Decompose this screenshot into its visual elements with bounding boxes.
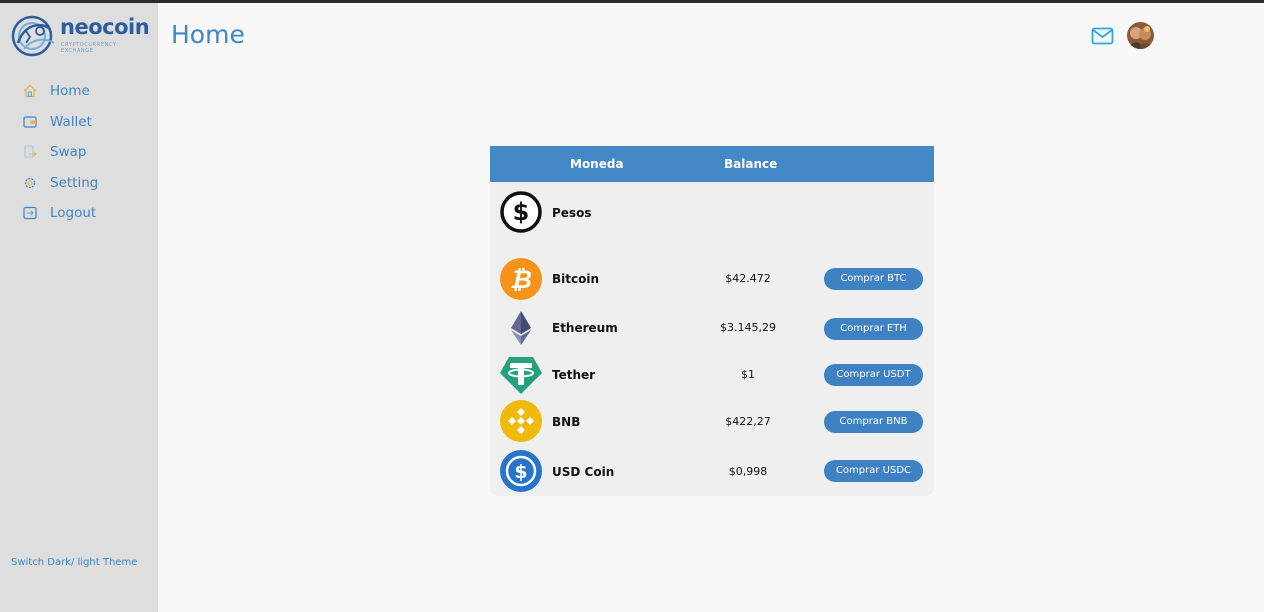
mail-icon[interactable] bbox=[1091, 27, 1114, 45]
avatar-photo-icon bbox=[1127, 22, 1154, 49]
buy-usdc-button[interactable]: Comprar USDC bbox=[824, 460, 923, 482]
sidebar: neocoin CRYPTOCURRENCY EXCHANGE Home Wal… bbox=[0, 3, 158, 612]
column-header-balance: Balance bbox=[724, 157, 778, 171]
coin-name: Ethereum bbox=[552, 321, 618, 335]
page-title: Home bbox=[171, 20, 245, 49]
coin-name: Pesos bbox=[552, 206, 592, 220]
coin-price: $422,27 bbox=[725, 415, 771, 428]
buy-bnb-button[interactable]: Comprar BNB bbox=[824, 411, 923, 433]
tether-icon bbox=[500, 357, 542, 394]
ethereum-icon bbox=[511, 311, 531, 345]
coin-name: BNB bbox=[552, 415, 581, 429]
swap-icon bbox=[24, 145, 37, 158]
sidebar-item-setting[interactable]: Setting bbox=[0, 168, 158, 199]
sidebar-item-label: Logout bbox=[50, 205, 97, 222]
neocoin-logo-icon bbox=[11, 15, 55, 57]
theme-switch-link[interactable]: Switch Dark/ light Theme bbox=[11, 557, 137, 568]
table-row: $ USD Coin $0,998 Comprar USDC bbox=[490, 449, 934, 495]
table-row: BNB $422,27 Comprar BNB bbox=[490, 399, 934, 445]
buy-eth-button[interactable]: Comprar ETH bbox=[824, 318, 923, 340]
sidebar-item-label: Wallet bbox=[50, 113, 92, 130]
sidebar-item-logout[interactable]: Logout bbox=[0, 198, 158, 229]
buy-usdt-button[interactable]: Comprar USDT bbox=[824, 364, 923, 386]
sidebar-item-wallet[interactable]: Wallet bbox=[0, 107, 158, 138]
sidebar-item-label: Swap bbox=[50, 144, 87, 161]
sidebar-nav: Home Wallet Swap Setting Logout bbox=[0, 76, 158, 229]
sidebar-item-label: Setting bbox=[50, 174, 99, 191]
sidebar-item-home[interactable]: Home bbox=[0, 76, 158, 107]
brand-tagline: CRYPTOCURRENCY EXCHANGE bbox=[61, 42, 117, 54]
coin-price: $1 bbox=[741, 368, 755, 381]
gear-icon bbox=[24, 177, 36, 188]
coin-name: Tether bbox=[552, 368, 596, 382]
pesos-icon: $ bbox=[500, 191, 542, 233]
coin-name: USD Coin bbox=[552, 465, 615, 479]
svg-text:$: $ bbox=[514, 461, 527, 483]
wallet-icon bbox=[23, 116, 37, 128]
table-header: Moneda Balance bbox=[490, 146, 934, 182]
table-row: ₿ Bitcoin $42.472 Comprar BTC bbox=[490, 256, 934, 302]
table-row: Ethereum $3.145,29 Comprar ETH bbox=[490, 305, 934, 351]
coin-name: Bitcoin bbox=[552, 272, 600, 286]
table-row: Tether $1 Comprar USDT bbox=[490, 352, 934, 398]
svg-text:₿: ₿ bbox=[510, 265, 532, 294]
coin-price: $0,998 bbox=[728, 465, 768, 478]
brand-name: neocoin bbox=[60, 15, 150, 39]
window-top-border bbox=[0, 0, 1264, 3]
usdc-icon: $ bbox=[500, 450, 542, 492]
buy-btc-button[interactable]: Comprar BTC bbox=[824, 268, 923, 290]
table-row: $ Pesos bbox=[490, 190, 934, 236]
column-header-moneda: Moneda bbox=[570, 157, 624, 171]
home-icon bbox=[23, 84, 37, 98]
coin-price: $42.472 bbox=[725, 272, 771, 285]
sidebar-item-label: Home bbox=[50, 83, 90, 100]
sidebar-item-swap[interactable]: Swap bbox=[0, 137, 158, 168]
bitcoin-icon: ₿ bbox=[500, 258, 542, 300]
bnb-icon bbox=[500, 400, 542, 442]
brand-logo[interactable]: neocoin CRYPTOCURRENCY EXCHANGE bbox=[10, 11, 150, 61]
user-avatar[interactable] bbox=[1127, 22, 1154, 49]
coin-table: Moneda Balance $ Pesos ₿ Bitcoin $42.472… bbox=[490, 146, 934, 496]
svg-text:$: $ bbox=[513, 198, 530, 226]
coin-price: $3.145,29 bbox=[720, 321, 776, 334]
logout-icon bbox=[23, 207, 37, 220]
